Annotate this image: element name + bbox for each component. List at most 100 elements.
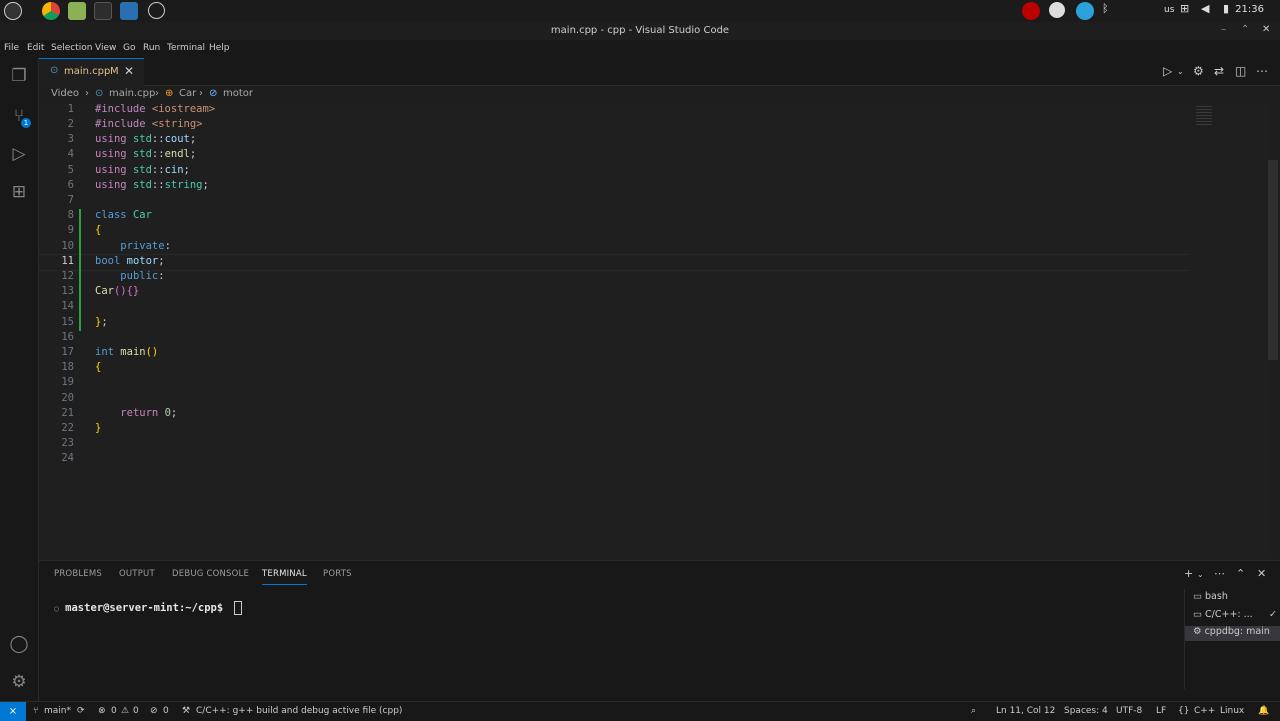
more-actions-icon[interactable]: ⋯	[1214, 567, 1225, 580]
keyboard-layout[interactable]: us	[1164, 5, 1174, 15]
chevron-down-icon[interactable]: ⌄	[1177, 67, 1184, 76]
warning-count[interactable]: 0	[133, 706, 139, 716]
line-number: 13	[61, 285, 74, 297]
sync-icon[interactable]: ⟳	[77, 706, 85, 716]
accounts-icon[interactable]: ◯	[9, 634, 29, 654]
run-debug-icon[interactable]: ▷	[9, 144, 29, 164]
close-panel-icon[interactable]: ✕	[1257, 567, 1266, 580]
code-line: using std::string;	[95, 179, 209, 191]
mint-menu-icon[interactable]	[4, 2, 22, 20]
menu-file[interactable]: File	[4, 43, 19, 53]
indentation[interactable]: Spaces: 4	[1064, 706, 1108, 716]
chevron-down-icon[interactable]: ⌄	[1197, 570, 1204, 579]
manage-gear-icon[interactable]: ⚙	[9, 672, 29, 692]
terminal-app-icon[interactable]	[94, 2, 112, 20]
line-number: 6	[67, 179, 74, 191]
platform[interactable]: Linux	[1220, 706, 1244, 716]
close-window-icon[interactable]: ✕	[1262, 24, 1270, 35]
breadcrumb-class[interactable]: Car	[179, 88, 196, 99]
ports-count[interactable]: 0	[163, 706, 169, 716]
menu-view[interactable]: View	[95, 43, 116, 53]
editor-scrollbar[interactable]	[1268, 160, 1278, 360]
open-changes-icon[interactable]: ⇄	[1214, 64, 1224, 78]
field-symbol-icon: ⊘	[209, 88, 218, 99]
language-mode[interactable]: C++	[1194, 706, 1215, 716]
tab-main-cpp[interactable]: ⊙ main.cpp M ✕	[39, 58, 144, 86]
encoding[interactable]: UTF-8	[1116, 706, 1142, 716]
vscode-app-icon[interactable]	[120, 2, 138, 20]
zoom-icon[interactable]: ⌕	[971, 706, 976, 716]
terminal-item[interactable]: ▭ C/C++: ... ✓	[1193, 609, 1280, 620]
error-count[interactable]: 0	[111, 706, 117, 716]
clock[interactable]: 21:36	[1235, 4, 1264, 15]
timeshift-icon[interactable]	[148, 2, 165, 19]
tab-modified-indicator: M	[110, 66, 119, 77]
code-line: #include <iostream>	[95, 103, 216, 115]
close-icon[interactable]: ✕	[124, 64, 134, 78]
cursor-position[interactable]: Ln 11, Col 12	[996, 706, 1055, 716]
terminal-prompt: master@server-mint:~/cpp$	[65, 602, 224, 614]
terminal-cursor	[233, 601, 242, 615]
minimize-icon[interactable]: –	[1221, 24, 1226, 35]
bluetooth-tray-icon[interactable]: ᛒ	[1102, 2, 1112, 20]
menu-terminal[interactable]: Terminal	[167, 43, 205, 53]
explorer-icon[interactable]: ❐	[9, 66, 29, 86]
network-tray-icon[interactable]: ⊞	[1180, 2, 1198, 20]
code-line: private:	[120, 240, 171, 252]
breadcrumb-file[interactable]: main.cpp	[109, 88, 155, 99]
git-branch[interactable]: main*	[44, 706, 71, 716]
line-number: 7	[67, 194, 74, 206]
menu-selection[interactable]: Selection	[51, 43, 92, 53]
new-terminal-icon[interactable]: +	[1184, 567, 1193, 580]
terminal-item[interactable]: ⚙ cppdbg: main	[1185, 626, 1280, 641]
tab-ports[interactable]: PORTS	[323, 569, 352, 579]
terminal-line[interactable]: ○ master@server-mint:~/cpp$	[54, 601, 242, 615]
line-number: 5	[67, 164, 74, 176]
error-icon[interactable]: ⊗	[98, 706, 106, 716]
menu-edit[interactable]: Edit	[27, 43, 44, 53]
extensions-icon[interactable]: ⊞	[9, 182, 29, 202]
line-number: 21	[61, 407, 74, 419]
line-number: 22	[61, 422, 74, 434]
code-line: {	[95, 224, 102, 236]
line-number: 24	[61, 452, 74, 464]
ports-icon[interactable]: ⊘	[150, 706, 158, 716]
files-icon[interactable]	[68, 2, 86, 20]
breadcrumb-field[interactable]: motor	[223, 88, 253, 99]
run-file-icon[interactable]: ▷	[1163, 64, 1172, 78]
warning-icon[interactable]: ⚠	[121, 706, 129, 716]
menu-go[interactable]: Go	[123, 43, 135, 53]
notifications-bell-icon[interactable]: 🔔	[1258, 706, 1269, 716]
chrome-icon[interactable]	[42, 2, 60, 20]
line-ending[interactable]: LF	[1156, 706, 1166, 716]
tab-debug-console[interactable]: DEBUG CONSOLE	[172, 569, 249, 579]
code-line: int main()	[95, 346, 159, 358]
terminal-item-label: cppdbg: main	[1204, 626, 1270, 637]
line-number: 1	[67, 103, 74, 115]
tab-output[interactable]: OUTPUT	[119, 569, 155, 579]
cpp-file-icon: ⊙	[50, 65, 59, 76]
code-editor[interactable]: 1 2 3 4 5 6 7 8 9 10 11 12 13 14 15 16 1…	[39, 102, 1189, 558]
split-editor-icon[interactable]: ◫	[1235, 64, 1246, 78]
obs-tray-icon[interactable]	[1022, 2, 1040, 20]
minimap[interactable]	[1190, 102, 1270, 558]
run-task-status[interactable]: C/C++: g++ build and debug active file (…	[196, 706, 402, 716]
menu-help[interactable]: Help	[209, 43, 230, 53]
menu-run[interactable]: Run	[143, 43, 160, 53]
terminal-item[interactable]: ▭ bash	[1193, 591, 1280, 602]
braces-icon[interactable]: {}	[1178, 706, 1189, 716]
more-actions-icon[interactable]: ⋯	[1256, 64, 1268, 78]
line-number: 18	[61, 361, 74, 373]
restore-icon[interactable]: ⌃	[1241, 24, 1249, 35]
tab-terminal[interactable]: TERMINAL	[262, 569, 307, 585]
volume-tray-icon[interactable]: ◀	[1201, 2, 1219, 20]
remote-indicator-icon[interactable]: ⨯	[0, 702, 26, 721]
steam-tray-icon[interactable]	[1049, 2, 1065, 18]
settings-gear-icon[interactable]: ⚙	[1193, 64, 1204, 78]
telegram-tray-icon[interactable]	[1076, 2, 1094, 20]
tab-problems[interactable]: PROBLEMS	[54, 569, 102, 579]
line-number: 17	[61, 346, 74, 358]
maximize-panel-icon[interactable]: ⌃	[1236, 567, 1245, 580]
breadcrumb-folder[interactable]: Video	[51, 88, 79, 99]
code-line: return 0;	[120, 407, 178, 419]
